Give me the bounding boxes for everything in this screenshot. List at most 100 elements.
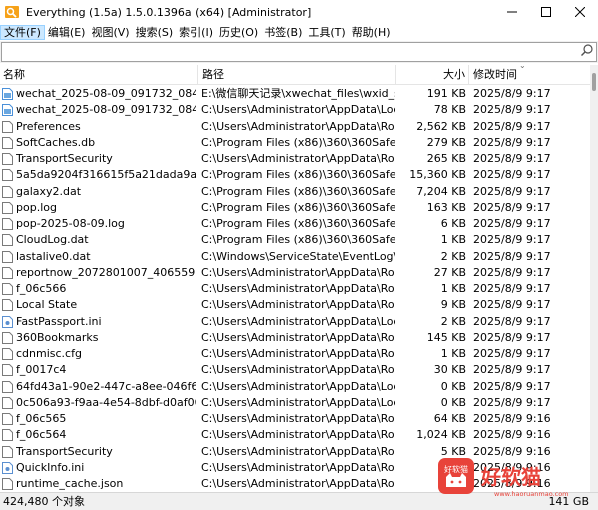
search-input[interactable] bbox=[1, 42, 597, 62]
table-row[interactable]: TransportSecurity C:\Users\Administrator\… bbox=[0, 151, 590, 167]
file-name: Local State bbox=[16, 298, 78, 312]
table-row[interactable]: galaxy2.dat C:\Program Files (x86)\360\36… bbox=[0, 184, 590, 200]
menu-history[interactable]: 历史(O) bbox=[216, 25, 261, 40]
file-path: C:\Program Files (x86)\360\360Safe\safe.… bbox=[201, 200, 395, 214]
table-row[interactable]: f_06c566 C:\Users\Administrator\AppData\R… bbox=[0, 281, 590, 297]
menu-edit[interactable]: 编辑(E) bbox=[45, 25, 89, 40]
file-modified: 2025/8/9 9:17 bbox=[473, 298, 551, 312]
table-row[interactable]: lastalive0.dat C:\Windows\ServiceState\Ev… bbox=[0, 249, 590, 265]
file-size: 0 KB bbox=[440, 395, 466, 409]
file-path: C:\Users\Administrator\AppData\Roamin... bbox=[201, 119, 395, 133]
sort-chevron-icon: ⌄ bbox=[519, 61, 526, 70]
file-modified: 2025/8/9 9:17 bbox=[473, 184, 551, 198]
column-divider[interactable] bbox=[197, 65, 198, 84]
file-name: f_06c565 bbox=[16, 412, 67, 425]
file-size: 163 KB bbox=[426, 200, 466, 214]
menu-help[interactable]: 帮助(H) bbox=[349, 25, 394, 40]
table-row[interactable]: 0c506a93-f9aa-4e54-8dbf-d0af00b3e... C:\U… bbox=[0, 395, 590, 411]
close-icon bbox=[575, 7, 585, 17]
table-row[interactable]: CloudLog.dat C:\Program Files (x86)\360\3… bbox=[0, 232, 590, 248]
db-file-icon bbox=[2, 136, 13, 149]
table-row[interactable]: 5a5da9204f316615f5a21dada9a63e76 C:\Progr… bbox=[0, 167, 590, 183]
table-row[interactable]: FastPassport.ini C:\Users\Administrator\A… bbox=[0, 314, 590, 330]
table-row[interactable]: Local State C:\Users\Administrator\AppDat… bbox=[0, 297, 590, 313]
watermark-text: 好软猫 bbox=[480, 465, 541, 489]
scrollbar-thumb[interactable] bbox=[592, 73, 596, 91]
menu-file[interactable]: 文件(F) bbox=[0, 25, 45, 40]
title-bar: Everything (1.5a) 1.5.0.1396a (x64) [Adm… bbox=[0, 0, 598, 24]
vertical-scrollbar[interactable] bbox=[590, 65, 598, 492]
file-path: C:\Users\Administrator\AppData\Roamin... bbox=[201, 152, 395, 165]
file-path: C:\Users\Administrator\AppData\Roamin... bbox=[201, 412, 395, 425]
file-path: E:\微信聊天记录\xwechat_files\wxid_sit9pl... bbox=[201, 87, 395, 100]
file-size: 265 KB bbox=[426, 152, 466, 165]
column-size-header[interactable]: 大小 bbox=[440, 65, 465, 84]
table-row[interactable]: 64fd43a1-90e2-447c-a8ee-046f663b6... C:\U… bbox=[0, 379, 590, 395]
table-row[interactable]: cdnmisc.cfg C:\Users\Administrator\AppDat… bbox=[0, 346, 590, 362]
file-icon bbox=[2, 120, 13, 133]
log-file-icon bbox=[2, 201, 13, 214]
table-row[interactable]: f_06c565 C:\Users\Administrator\AppData\R… bbox=[0, 411, 590, 427]
table-row[interactable]: 360Bookmarks C:\Users\Administrator\AppDa… bbox=[0, 330, 590, 346]
search-icon[interactable] bbox=[580, 43, 594, 57]
table-row[interactable]: pop-2025-08-09.log C:\Program Files (x86)… bbox=[0, 216, 590, 232]
menu-tools[interactable]: 工具(T) bbox=[305, 25, 348, 40]
menu-search[interactable]: 搜索(S) bbox=[133, 25, 177, 40]
menu-bookmarks[interactable]: 书签(B) bbox=[261, 25, 305, 40]
file-name: f_06c566 bbox=[16, 282, 67, 295]
minimize-icon bbox=[507, 11, 517, 13]
file-icon bbox=[2, 169, 13, 182]
table-row[interactable]: pop.log C:\Program Files (x86)\360\360Saf… bbox=[0, 200, 590, 216]
column-divider[interactable] bbox=[468, 65, 469, 84]
minimize-button[interactable] bbox=[495, 0, 529, 24]
file-name: 0c506a93-f9aa-4e54-8dbf-d0af00b3e... bbox=[16, 395, 196, 409]
column-modified-header[interactable]: 修改时间 bbox=[473, 65, 517, 84]
file-modified: 2025/8/9 9:17 bbox=[473, 265, 551, 279]
dat-file-icon bbox=[2, 185, 13, 198]
file-modified: 2025/8/9 9:17 bbox=[473, 233, 551, 247]
maximize-icon bbox=[541, 7, 551, 17]
file-icon bbox=[2, 364, 13, 377]
dat-file-icon bbox=[2, 250, 13, 263]
file-name: SoftCaches.db bbox=[16, 135, 96, 149]
file-icon bbox=[2, 266, 13, 279]
file-name: TransportSecurity bbox=[16, 152, 113, 165]
file-path: C:\Program Files (x86)\360\360Safe\ipc bbox=[201, 184, 395, 198]
column-name-header[interactable]: 名称 bbox=[3, 65, 25, 84]
results-list[interactable]: wechat_2025-08-09_091732_084.jpg E:\微信聊天记… bbox=[0, 86, 590, 492]
menu-view[interactable]: 视图(V) bbox=[88, 25, 132, 40]
file-modified: 2025/8/9 9:16 bbox=[473, 412, 551, 425]
file-modified: 2025/8/9 9:17 bbox=[473, 314, 551, 328]
file-path: C:\Users\Administrator\AppData\Local\T..… bbox=[201, 395, 395, 409]
close-button[interactable] bbox=[563, 0, 597, 24]
table-row[interactable]: wechat_2025-08-09_091732_084.jpg E:\微信聊天记… bbox=[0, 86, 590, 102]
file-path: C:\Users\Administrator\AppData\Local\T..… bbox=[201, 379, 395, 393]
file-size: 2 KB bbox=[440, 314, 466, 328]
menu-bar: 文件(F) 编辑(E) 视图(V) 搜索(S) 索引(I) 历史(O) 书签(B… bbox=[0, 24, 598, 41]
file-size: 1 KB bbox=[440, 347, 466, 360]
column-header: 名称 路径 大小 修改时间 ⌄ bbox=[0, 61, 598, 85]
file-size: 30 KB bbox=[433, 363, 466, 377]
ini-file-icon bbox=[2, 315, 13, 328]
file-path: C:\Program Files (x86)\360\360Safe\swee.… bbox=[201, 135, 395, 149]
png-file-icon bbox=[2, 104, 13, 117]
table-row[interactable]: wechat_2025-08-09_091732_084.png C:\Users… bbox=[0, 102, 590, 118]
table-row[interactable]: SoftCaches.db C:\Program Files (x86)\360\… bbox=[0, 135, 590, 151]
column-divider[interactable] bbox=[395, 65, 396, 84]
column-path-header[interactable]: 路径 bbox=[202, 65, 224, 84]
file-modified: 2025/8/9 9:17 bbox=[473, 217, 551, 230]
file-path: C:\Users\Administrator\AppData\Local\T..… bbox=[201, 103, 395, 117]
file-modified: 2025/8/9 9:17 bbox=[473, 119, 551, 133]
table-row[interactable]: f_06c564 C:\Users\Administrator\AppData\R… bbox=[0, 427, 590, 443]
file-size: 2 KB bbox=[440, 249, 466, 263]
menu-index[interactable]: 索引(I) bbox=[176, 25, 216, 40]
table-row[interactable]: Preferences C:\Users\Administrator\AppDat… bbox=[0, 119, 590, 135]
watermark-badge-text: 好软猫 bbox=[444, 464, 468, 474]
file-size: 27 KB bbox=[433, 265, 466, 279]
haoruanmao-watermark-logo: 好软猫 好软猫 www.haoruanmao.com bbox=[438, 458, 569, 498]
file-name: 64fd43a1-90e2-447c-a8ee-046f663b6... bbox=[16, 379, 196, 393]
table-row[interactable]: reportnow_2072801007_4065592858_1... C:\U… bbox=[0, 265, 590, 281]
file-name: TransportSecurity bbox=[16, 444, 113, 458]
maximize-button[interactable] bbox=[529, 0, 563, 24]
table-row[interactable]: f_0017c4 C:\Users\Administrator\AppData\R… bbox=[0, 362, 590, 378]
